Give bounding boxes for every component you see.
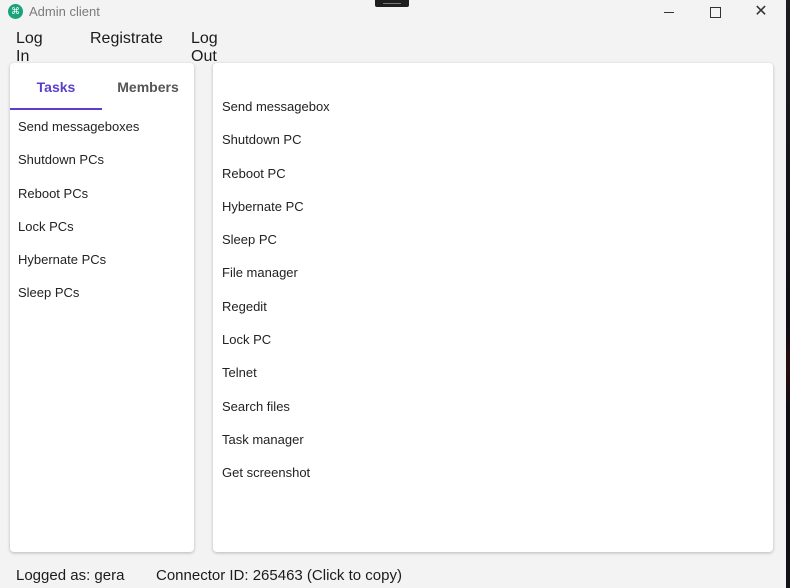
- maximize-button[interactable]: [692, 0, 738, 24]
- app-logo-icon: ⌘: [8, 4, 23, 19]
- action-get-screenshot[interactable]: Get screenshot: [213, 459, 773, 492]
- task-item-lock-pcs[interactable]: Lock PCs: [10, 213, 194, 246]
- menu-registrate[interactable]: Registrate: [90, 26, 163, 52]
- minimize-button[interactable]: [646, 0, 692, 24]
- admin-client-window: ⌘ Admin client ✕ Log In Registrate Log O…: [0, 0, 786, 588]
- action-shutdown-pc[interactable]: Shutdown PC: [213, 126, 773, 159]
- task-list: Send messageboxes Shutdown PCs Reboot PC…: [10, 113, 194, 313]
- panel-tabs: Tasks Members: [10, 63, 194, 110]
- action-search-files[interactable]: Search files: [213, 393, 773, 426]
- actions-panel: Send messagebox Shutdown PC Reboot PC Hy…: [213, 63, 773, 552]
- connector-id-copy[interactable]: Connector ID: 265463 (Click to copy): [156, 567, 402, 584]
- action-regedit[interactable]: Regedit: [213, 293, 773, 326]
- task-item-sleep-pcs[interactable]: Sleep PCs: [10, 279, 194, 312]
- task-item-hybernate-pcs[interactable]: Hybernate PCs: [10, 246, 194, 279]
- close-icon: ✕: [754, 3, 768, 20]
- tab-members[interactable]: Members: [102, 63, 194, 109]
- action-file-manager[interactable]: File manager: [213, 259, 773, 292]
- action-sleep-pc[interactable]: Sleep PC: [213, 226, 773, 259]
- action-send-messagebox[interactable]: Send messagebox: [213, 93, 773, 126]
- task-item-send-messageboxes[interactable]: Send messageboxes: [10, 113, 194, 146]
- tasks-panel: Tasks Members Send messageboxes Shutdown…: [10, 63, 194, 552]
- action-task-manager[interactable]: Task manager: [213, 426, 773, 459]
- action-reboot-pc[interactable]: Reboot PC: [213, 160, 773, 193]
- maximize-icon: [709, 6, 721, 18]
- task-item-shutdown-pcs[interactable]: Shutdown PCs: [10, 146, 194, 179]
- drag-handle[interactable]: [375, 0, 409, 7]
- logged-as-label: Logged as: gera: [16, 567, 125, 584]
- task-item-reboot-pcs[interactable]: Reboot PCs: [10, 180, 194, 213]
- window-title: Admin client: [29, 4, 100, 19]
- action-lock-pc[interactable]: Lock PC: [213, 326, 773, 359]
- action-telnet[interactable]: Telnet: [213, 359, 773, 392]
- close-button[interactable]: ✕: [738, 0, 784, 24]
- action-hybernate-pc[interactable]: Hybernate PC: [213, 193, 773, 226]
- minimize-icon: [664, 11, 674, 13]
- action-list: Send messagebox Shutdown PC Reboot PC Hy…: [213, 93, 773, 493]
- active-tab-indicator: [10, 108, 102, 110]
- desktop-background: [786, 0, 790, 588]
- tab-tasks[interactable]: Tasks: [10, 63, 102, 109]
- title-bar[interactable]: ⌘ Admin client ✕: [0, 0, 786, 24]
